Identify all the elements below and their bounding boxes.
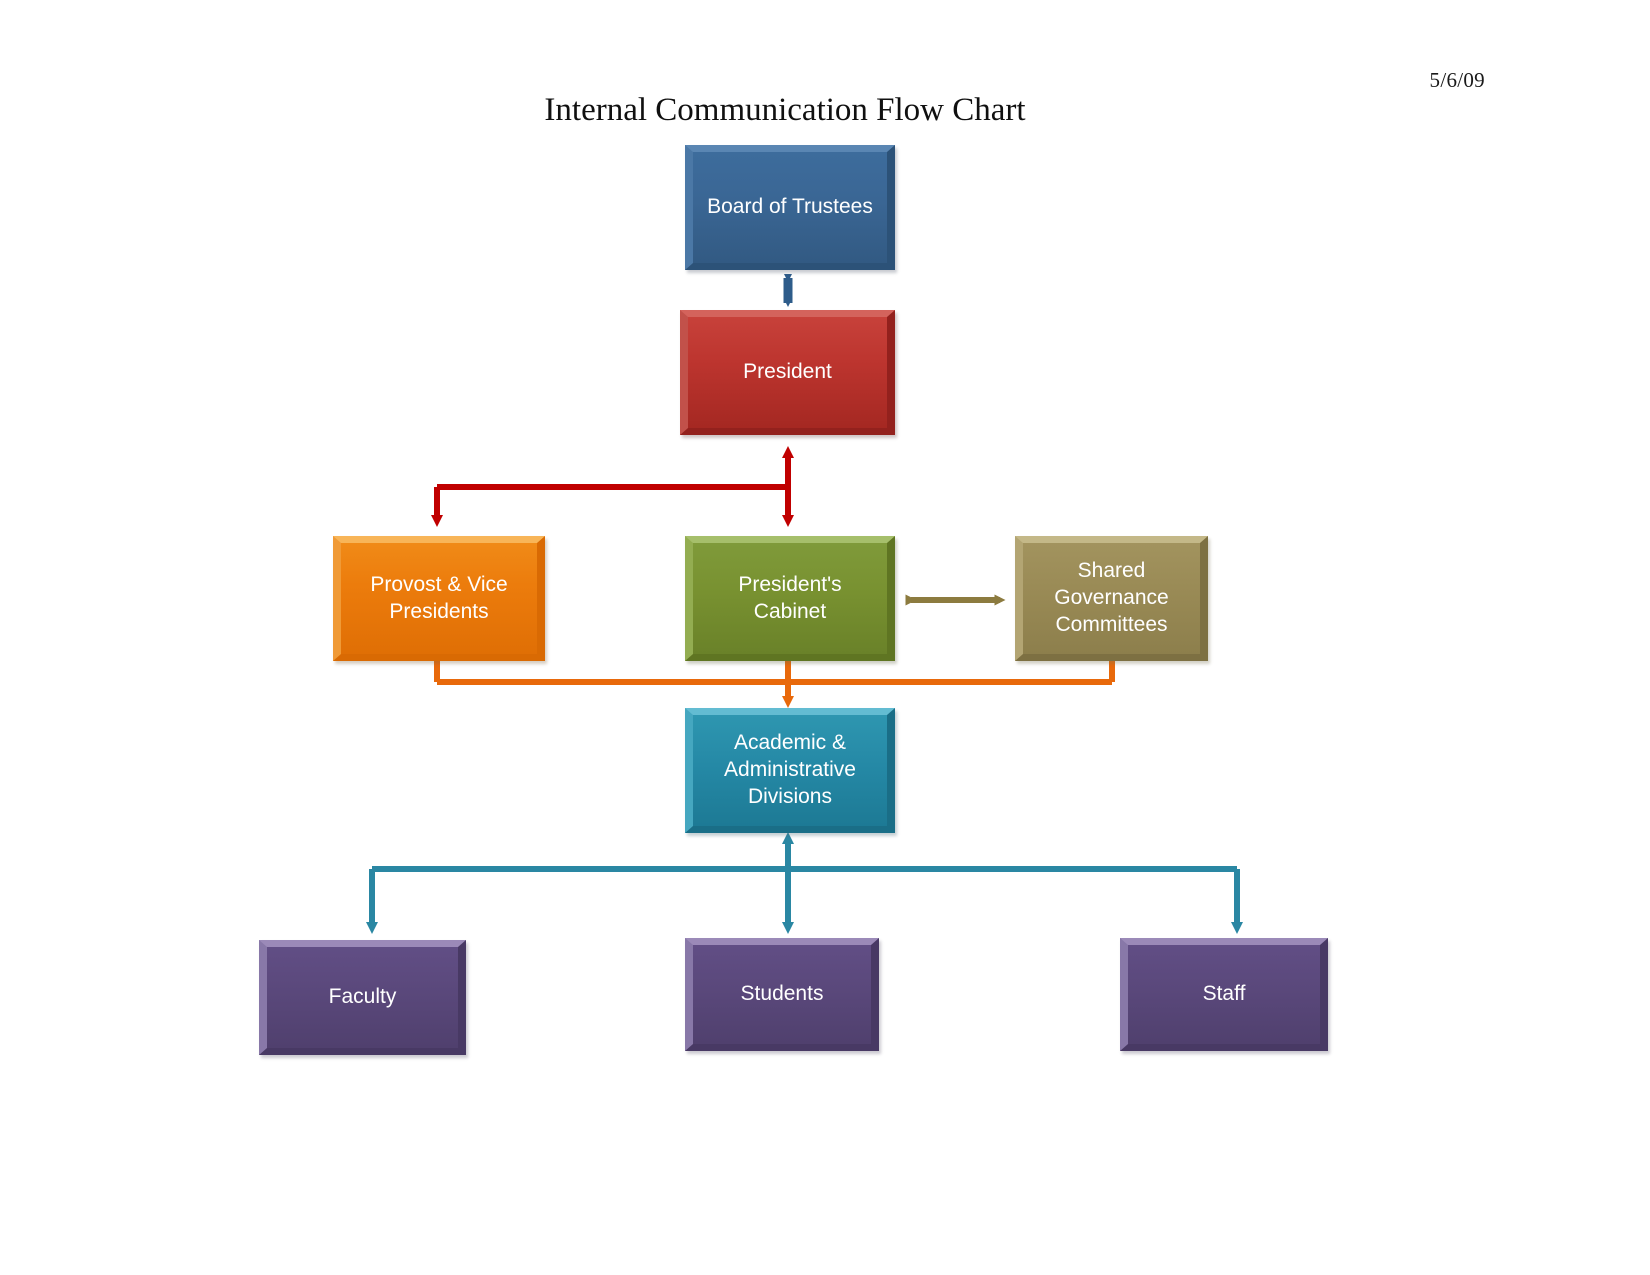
page-title: Internal Communication Flow Chart xyxy=(544,92,1026,128)
date-stamp: 5/6/09 xyxy=(1429,68,1485,92)
flow-chart-canvas: 5/6/09 Internal Communication Flow Chart xyxy=(0,0,1650,1275)
node-staff[interactable]: Staff xyxy=(1120,938,1328,1051)
node-president[interactable]: President xyxy=(680,310,895,435)
node-label-students: Students xyxy=(740,982,824,1006)
node-students[interactable]: Students xyxy=(685,938,879,1051)
node-provost-and-vice-presidents[interactable]: Provost & Vice Presidents xyxy=(333,536,545,661)
node-presidents-cabinet[interactable]: President's Cabinet xyxy=(685,536,895,661)
node-label-staff: Staff xyxy=(1202,982,1246,1006)
edge-president-tree xyxy=(431,446,794,527)
node-faculty[interactable]: Faculty xyxy=(259,940,466,1055)
node-label-cabinet: President's Cabinet xyxy=(738,572,842,623)
node-academic-administrative-divisions[interactable]: Academic & Administrative Divisions xyxy=(685,708,895,833)
node-label-faculty: Faculty xyxy=(328,985,397,1009)
node-label-board: Board of Trustees xyxy=(707,195,873,219)
edge-people-bus xyxy=(366,832,1243,934)
node-label-divisions: Academic & Administrative Divisions xyxy=(724,731,856,808)
node-label-president: President xyxy=(743,360,832,384)
edge-divisions-bus xyxy=(431,649,1118,708)
node-label-provost: Provost & Vice Presidents xyxy=(370,572,508,623)
node-shared-governance-committees[interactable]: Shared Governance Committees xyxy=(1015,536,1208,661)
node-label-shared: Shared Governance Committees xyxy=(1054,559,1169,636)
node-board-of-trustees[interactable]: Board of Trustees xyxy=(685,145,895,270)
